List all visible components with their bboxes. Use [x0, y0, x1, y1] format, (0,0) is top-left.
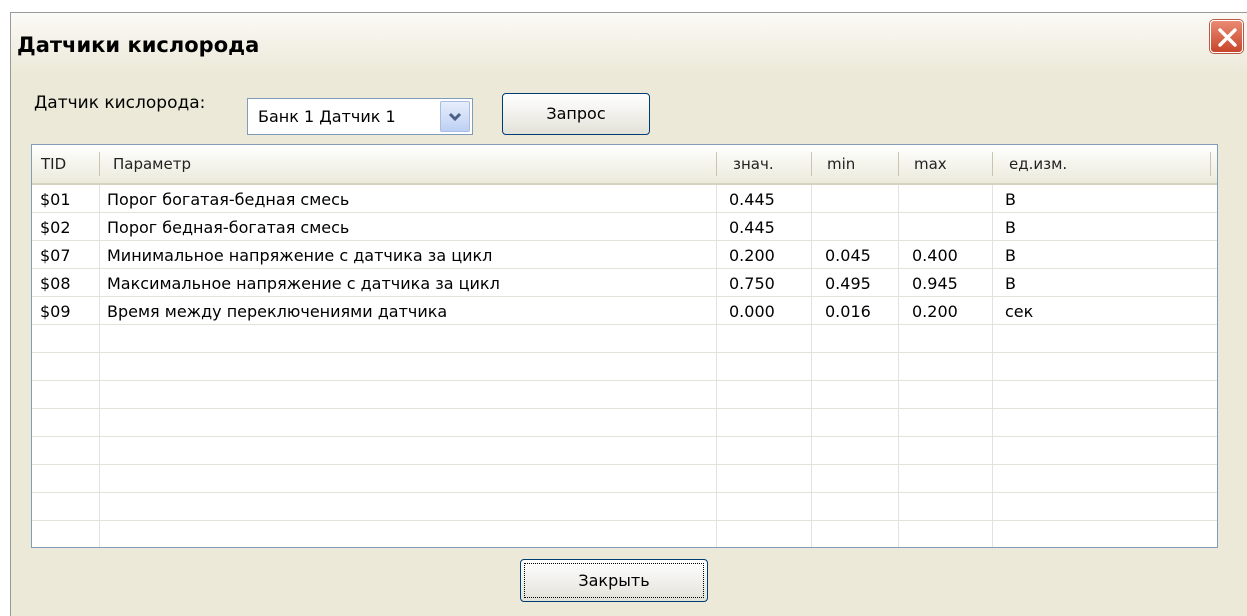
grid-line — [32, 492, 1217, 493]
grid-line — [32, 380, 1217, 381]
cell-parameter: Максимальное напряжение с датчика за цик… — [107, 274, 500, 293]
cell-min: 0.495 — [825, 274, 871, 293]
cell-parameter: Минимальное напряжение с датчика за цикл — [107, 246, 493, 265]
close-icon — [1218, 28, 1237, 47]
column-divider[interactable] — [99, 152, 100, 176]
sensor-select-dropdown-button[interactable] — [440, 101, 470, 132]
close-button-label: Закрыть — [524, 563, 704, 598]
cell-value: 0.445 — [729, 218, 775, 237]
column-header-min[interactable]: min — [827, 155, 855, 173]
cell-parameter: Порог богатая-бедная смесь — [107, 190, 350, 209]
cell-unit: В — [1005, 246, 1016, 265]
grid-line — [32, 352, 1217, 353]
sensor-select-value: Банк 1 Датчик 1 — [258, 107, 396, 126]
grid-line — [32, 212, 1217, 213]
cell-tid: $07 — [40, 246, 71, 265]
sensor-select[interactable]: Банк 1 Датчик 1 — [247, 98, 473, 135]
cell-unit: В — [1005, 218, 1016, 237]
cell-tid: $08 — [40, 274, 71, 293]
grid-line — [32, 268, 1217, 269]
cell-value: 0.000 — [729, 302, 775, 321]
cell-min: 0.016 — [825, 302, 871, 321]
column-header-unit[interactable]: ед.изм. — [1009, 155, 1067, 173]
grid-line — [32, 240, 1217, 241]
query-button[interactable]: Запрос — [502, 93, 650, 135]
title-bar[interactable]: Датчики кислорода — [11, 13, 1247, 73]
cell-parameter: Время между переключениями датчика — [107, 302, 448, 321]
column-divider[interactable] — [716, 152, 717, 176]
column-divider[interactable] — [1210, 152, 1211, 176]
cell-max: 0.200 — [912, 302, 958, 321]
cell-unit: В — [1005, 190, 1016, 209]
cell-parameter: Порог бедная-богатая смесь — [107, 218, 350, 237]
cell-min: 0.045 — [825, 246, 871, 265]
cell-max: 0.400 — [912, 246, 958, 265]
column-divider[interactable] — [898, 152, 899, 176]
column-header-tid[interactable]: TID — [41, 155, 66, 173]
cell-unit: В — [1005, 274, 1016, 293]
cell-unit: сек — [1005, 302, 1034, 321]
dialog-window: Датчики кислорода Датчик кислорода: Банк… — [10, 12, 1247, 616]
cell-tid: $01 — [40, 190, 71, 209]
cell-value: 0.750 — [729, 274, 775, 293]
chevron-down-icon — [448, 112, 462, 122]
close-button[interactable]: Закрыть — [520, 559, 708, 602]
column-header-value[interactable]: знач. — [733, 155, 774, 173]
cell-value: 0.200 — [729, 246, 775, 265]
table-header: TID Параметр знач. min max ед.изм. — [32, 145, 1217, 185]
column-header-max[interactable]: max — [914, 155, 947, 173]
column-divider[interactable] — [992, 152, 993, 176]
grid-line — [32, 408, 1217, 409]
cell-tid: $02 — [40, 218, 71, 237]
grid-line — [32, 436, 1217, 437]
column-divider[interactable] — [811, 152, 812, 176]
cell-value: 0.445 — [729, 190, 775, 209]
grid-line — [32, 296, 1217, 297]
window-title: Датчики кислорода — [17, 33, 260, 57]
sensor-label: Датчик кислорода: — [34, 93, 206, 113]
close-window-button[interactable] — [1210, 20, 1243, 53]
parameters-table: TID Параметр знач. min max ед.изм. $01 П… — [31, 144, 1218, 548]
grid-line — [32, 464, 1217, 465]
grid-line — [32, 324, 1217, 325]
cell-tid: $09 — [40, 302, 71, 321]
cell-max: 0.945 — [912, 274, 958, 293]
column-header-parameter[interactable]: Параметр — [113, 155, 191, 173]
grid-line — [32, 520, 1217, 521]
